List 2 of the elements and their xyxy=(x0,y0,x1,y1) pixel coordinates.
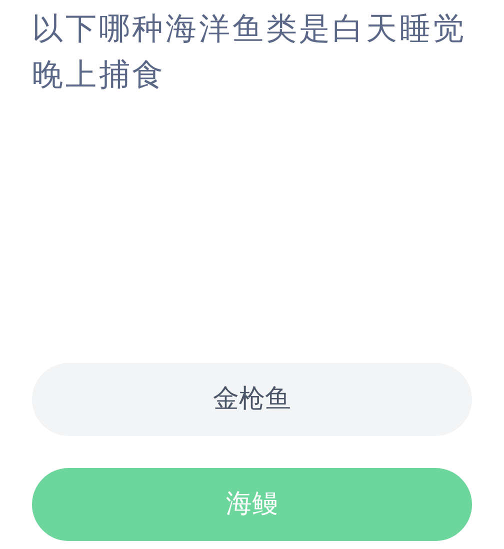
question-text: 以下哪种海洋鱼类是白天睡觉晚上捕食 xyxy=(32,10,468,95)
answer-option[interactable]: 金枪鱼 xyxy=(32,363,472,436)
